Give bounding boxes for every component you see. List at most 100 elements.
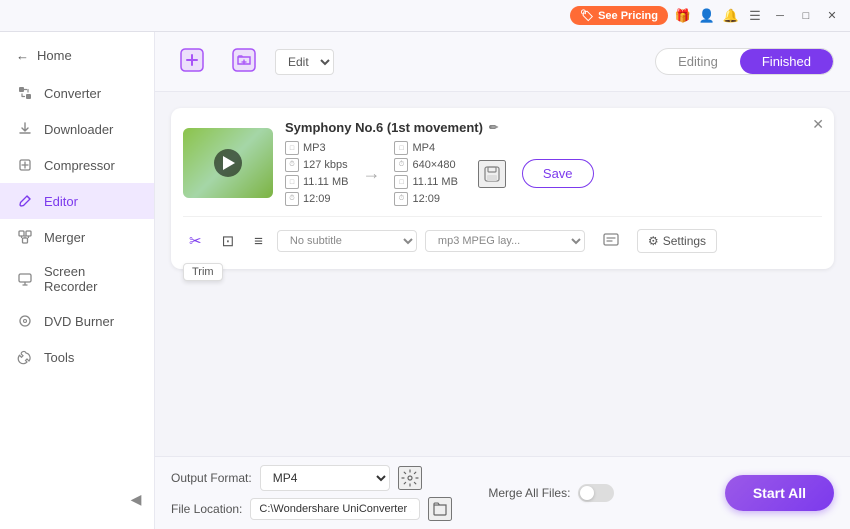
source-duration-label: 12:09 (303, 193, 331, 205)
add-folder-button[interactable] (223, 42, 265, 81)
tab-editing[interactable]: Editing (656, 49, 740, 74)
top-toolbar: Edit Editing Finished (155, 32, 850, 92)
menu-icon[interactable]: ☰ (746, 7, 764, 25)
start-all-button[interactable]: Start All (725, 475, 834, 511)
close-button[interactable]: ✕ (822, 6, 842, 26)
crop-button[interactable]: ⊡ (216, 228, 241, 254)
maximize-button[interactable]: □ (796, 6, 816, 26)
source-format-item: □ MP3 (285, 141, 348, 155)
dvd-burner-icon (16, 312, 34, 330)
source-size-item: □ 11.11 MB (285, 175, 348, 189)
add-file-icon (179, 47, 205, 76)
sidebar-item-dvd-burner[interactable]: DVD Burner (0, 303, 154, 339)
output-format-settings-button[interactable] (398, 466, 422, 490)
add-file-button[interactable] (171, 42, 213, 81)
media-info: Symphony No.6 (1st movement) ✏ □ MP3 (285, 120, 822, 206)
output-format-select[interactable]: MP4 (260, 465, 390, 491)
play-button[interactable] (214, 149, 242, 177)
format-row: □ MP3 ⏱ 127 kbps □ 11.11 MB (285, 141, 822, 206)
source-format-box: □ MP3 ⏱ 127 kbps □ 11.11 MB (285, 141, 348, 206)
media-card: ✕ Symphony No.6 (1st movement) ✏ (171, 108, 834, 269)
compressor-icon (16, 156, 34, 174)
sidebar-item-tools[interactable]: Tools (0, 339, 154, 375)
bottom-bar: Output Format: MP4 File Location: (155, 456, 850, 529)
content-scroll: ✕ Symphony No.6 (1st movement) ✏ (155, 92, 850, 456)
sidebar-collapse: ◀ (0, 477, 154, 521)
dvd-burner-label: DVD Burner (44, 314, 114, 329)
target-resolution-label: 640×480 (412, 159, 455, 171)
user-icon[interactable]: 👤 (698, 7, 716, 25)
save-icon-button[interactable] (478, 160, 506, 188)
sidebar-item-converter[interactable]: Converter (0, 75, 154, 111)
settings-label: Settings (663, 234, 706, 248)
file-location-label: File Location: (171, 502, 242, 516)
save-button[interactable]: Save (522, 159, 594, 188)
target-size-icon: □ (394, 175, 408, 189)
sidebar-item-editor[interactable]: Editor (0, 183, 154, 219)
tools-icon (16, 348, 34, 366)
target-format-icon: □ (394, 141, 408, 155)
content-area: Edit Editing Finished ✕ (155, 32, 850, 529)
back-arrow-icon: ← (16, 48, 29, 63)
target-duration-icon: ⏱ (394, 192, 408, 206)
merge-all-field: Merge All Files: (488, 484, 614, 502)
target-format-label: MP4 (412, 142, 435, 154)
watermark-button[interactable] (593, 225, 629, 257)
sidebar-item-screen-recorder[interactable]: Screen Recorder (0, 255, 154, 303)
file-location-field: File Location: (171, 497, 452, 521)
merger-label: Merger (44, 230, 85, 245)
source-format-icon: □ (285, 141, 299, 155)
adjust-button[interactable]: ≡ (248, 229, 269, 254)
edit-toolbar: ✂ ⊡ ≡ No subtitle mp3 MPEG lay... ⚙ Se (183, 216, 822, 257)
converter-label: Converter (44, 86, 101, 101)
screen-recorder-label: Screen Recorder (44, 264, 138, 294)
resolution-icon: ⏱ (394, 158, 408, 172)
trim-tooltip: Trim (183, 263, 223, 281)
file-location-input[interactable] (250, 498, 420, 520)
add-folder-icon (231, 47, 257, 76)
media-card-body: Symphony No.6 (1st movement) ✏ □ MP3 (183, 120, 822, 206)
merge-all-label: Merge All Files: (488, 486, 570, 500)
converter-icon (16, 84, 34, 102)
source-bitrate-item: ⏱ 127 kbps (285, 158, 348, 172)
source-format-label: MP3 (303, 142, 326, 154)
title-edit-icon[interactable]: ✏ (489, 121, 498, 134)
media-thumbnail (183, 128, 273, 198)
back-to-home[interactable]: ← Home (0, 40, 154, 71)
downloader-icon (16, 120, 34, 138)
collapse-sidebar-button[interactable]: ◀ (126, 489, 146, 509)
play-icon (223, 156, 235, 170)
media-title-text: Symphony No.6 (1st movement) (285, 120, 483, 135)
sidebar-item-downloader[interactable]: Downloader (0, 111, 154, 147)
bitrate-icon: ⏱ (285, 158, 299, 172)
home-label: Home (37, 48, 72, 63)
edit-dropdown[interactable]: Edit (275, 49, 334, 75)
tab-finished[interactable]: Finished (740, 49, 833, 74)
source-duration-icon: ⏱ (285, 192, 299, 206)
target-size-item: □ 11.11 MB (394, 175, 457, 189)
editor-icon (16, 192, 34, 210)
sidebar-item-compressor[interactable]: Compressor (0, 147, 154, 183)
gift-icon[interactable]: 🎁 (674, 7, 692, 25)
compressor-label: Compressor (44, 158, 115, 173)
minimize-button[interactable]: ─ (770, 6, 790, 26)
audio-select[interactable]: mp3 MPEG lay... (425, 230, 585, 252)
see-pricing-button[interactable]: 🏷 See Pricing (570, 6, 668, 25)
browse-folder-button[interactable] (428, 497, 452, 521)
settings-button[interactable]: ⚙ Settings (637, 229, 717, 253)
sidebar-item-merger[interactable]: Merger (0, 219, 154, 255)
target-duration-label: 12:09 (412, 193, 440, 205)
bell-icon[interactable]: 🔔 (722, 7, 740, 25)
subtitle-select[interactable]: No subtitle (277, 230, 417, 252)
main-layout: ← Home Converter Downloader Compressor (0, 32, 850, 529)
media-card-close-button[interactable]: ✕ (812, 116, 824, 133)
merge-all-toggle[interactable] (578, 484, 614, 502)
sidebar: ← Home Converter Downloader Compressor (0, 32, 155, 529)
trim-button[interactable]: ✂ (183, 228, 208, 254)
screen-recorder-icon (16, 270, 34, 288)
source-bitrate-label: 127 kbps (303, 159, 348, 171)
toggle-knob (580, 486, 594, 500)
convert-arrow-icon: → (362, 163, 380, 184)
downloader-label: Downloader (44, 122, 113, 137)
tag-icon: 🏷 (580, 9, 594, 22)
